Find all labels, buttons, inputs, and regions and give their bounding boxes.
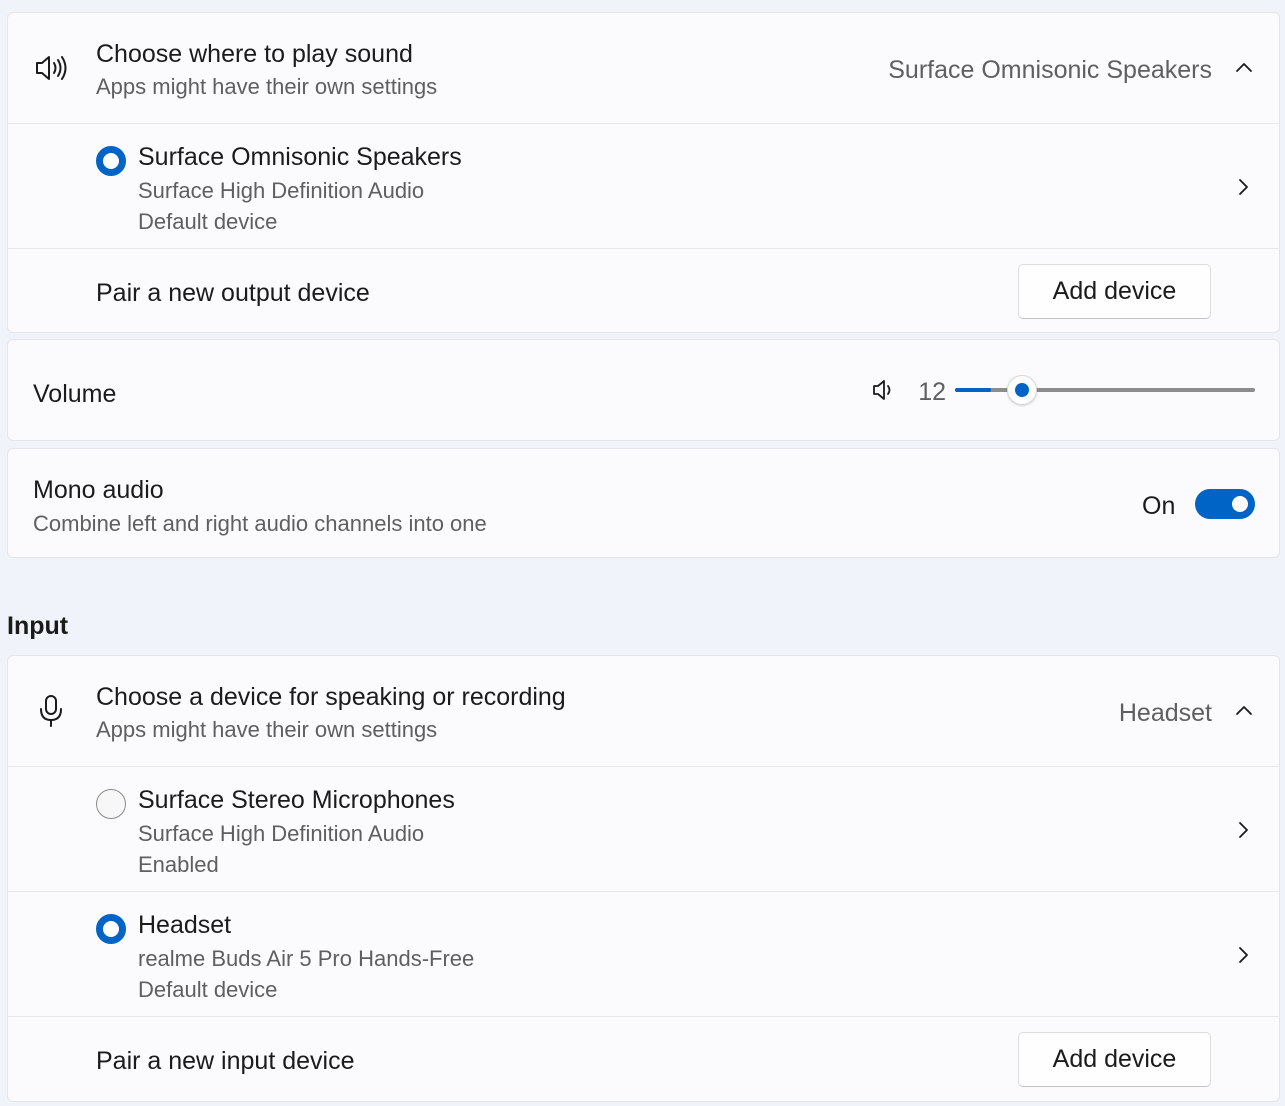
- output-device-status: Default device: [138, 209, 278, 234]
- volume-label: Volume: [33, 380, 117, 408]
- mono-audio-subtitle: Combine left and right audio channels in…: [33, 511, 487, 536]
- input-section-title: Input: [7, 612, 69, 640]
- input-title: Choose a device for speaking or recordin…: [96, 683, 566, 711]
- mono-audio-toggle[interactable]: [1195, 489, 1255, 519]
- input-device-radio[interactable]: [96, 789, 126, 819]
- output-device-item[interactable]: Surface Omnisonic Speakers Surface High …: [8, 124, 1279, 248]
- input-subtitle: Apps might have their own settings: [96, 717, 438, 742]
- speaker-icon: [36, 56, 67, 80]
- chevron-right-icon[interactable]: [1237, 821, 1249, 839]
- output-selected-value: Surface Omnisonic Speakers: [888, 56, 1212, 84]
- input-device-expander[interactable]: Choose a device for speaking or recordin…: [8, 656, 1279, 766]
- input-device-name: Surface Stereo Microphones: [138, 786, 455, 814]
- volume-icon[interactable]: [871, 378, 895, 402]
- output-device-name: Surface Omnisonic Speakers: [138, 143, 462, 171]
- volume-value: 12: [918, 378, 946, 406]
- input-device-status: Enabled: [138, 852, 219, 877]
- input-device-name: Headset: [138, 911, 232, 939]
- output-subtitle: Apps might have their own settings: [96, 74, 438, 99]
- volume-slider-fill: [955, 388, 991, 392]
- microphone-icon: [40, 695, 62, 727]
- pair-output-label: Pair a new output device: [96, 279, 370, 307]
- output-device-expander[interactable]: Choose where to play sound Apps might ha…: [8, 13, 1279, 123]
- volume-slider-thumb[interactable]: [1007, 375, 1037, 405]
- chevron-up-icon[interactable]: [1235, 704, 1253, 716]
- pair-input-row: Pair a new input device Add device: [8, 1017, 1279, 1101]
- chevron-right-icon[interactable]: [1237, 946, 1249, 964]
- input-device-driver: realme Buds Air 5 Pro Hands-Free: [138, 946, 475, 971]
- pair-output-row: Pair a new output device Add device: [8, 249, 1279, 333]
- input-device-status: Default device: [138, 977, 278, 1002]
- input-device-item[interactable]: Headset realme Buds Air 5 Pro Hands-Free…: [8, 892, 1279, 1016]
- output-device-card: Choose where to play sound Apps might ha…: [7, 12, 1280, 333]
- input-selected-value: Headset: [1118, 699, 1212, 727]
- output-title: Choose where to play sound: [96, 40, 413, 68]
- output-device-radio[interactable]: [96, 146, 126, 176]
- add-output-device-button[interactable]: Add device: [1018, 264, 1211, 319]
- sound-settings-page: Choose where to play sound Apps might ha…: [0, 0, 1285, 1106]
- chevron-up-icon[interactable]: [1235, 61, 1253, 73]
- mono-audio-state: On: [1142, 492, 1176, 520]
- chevron-right-icon[interactable]: [1237, 178, 1249, 196]
- mono-audio-card: Mono audio Combine left and right audio …: [7, 448, 1280, 558]
- output-device-driver: Surface High Definition Audio: [138, 178, 425, 203]
- toggle-knob: [1232, 496, 1248, 512]
- input-device-card: Choose a device for speaking or recordin…: [7, 655, 1280, 1102]
- input-device-driver: Surface High Definition Audio: [138, 821, 425, 846]
- volume-slider[interactable]: [955, 375, 1255, 405]
- input-device-item[interactable]: Surface Stereo Microphones Surface High …: [8, 767, 1279, 891]
- add-input-device-button[interactable]: Add device: [1018, 1032, 1211, 1087]
- input-device-radio[interactable]: [96, 914, 126, 944]
- pair-input-label: Pair a new input device: [96, 1047, 355, 1075]
- mono-audio-title: Mono audio: [33, 476, 164, 504]
